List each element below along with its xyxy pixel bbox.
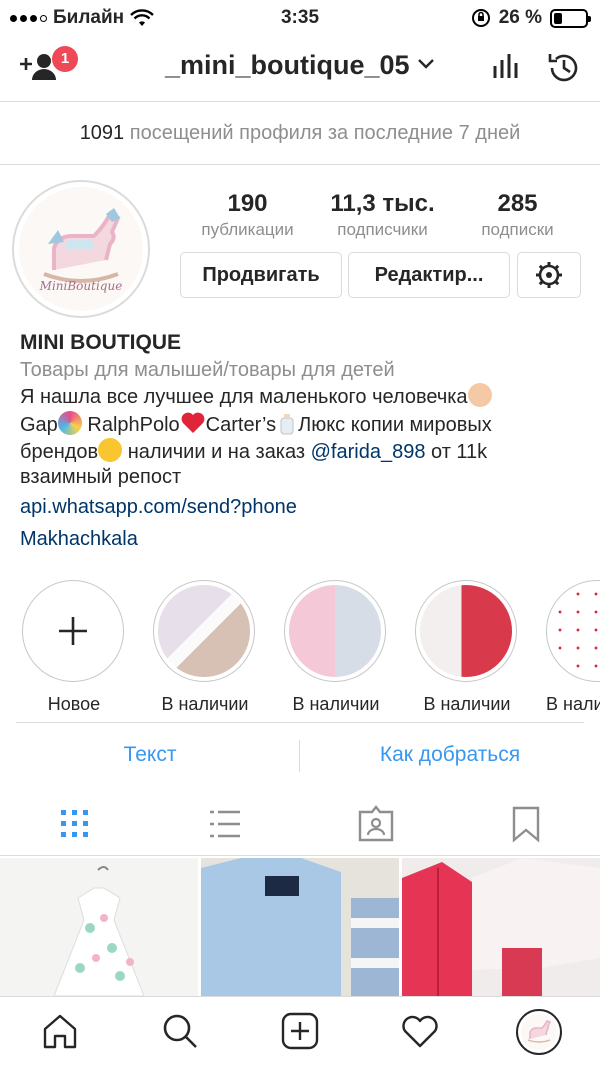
tab-saved[interactable] [506, 804, 546, 844]
nav-activity[interactable] [400, 1011, 440, 1051]
stat-following-label: подписки [481, 220, 554, 239]
stat-posts[interactable]: 190 публикации [180, 190, 315, 240]
tab-list[interactable] [205, 804, 245, 844]
divider [16, 722, 584, 723]
profile-visits-banner[interactable]: 1091 посещений профиля за последние 7 дн… [0, 103, 600, 165]
bio-line-3: брендов наличии и на заказ @farida_898 о… [20, 438, 590, 465]
stat-posts-value: 190 [227, 190, 268, 217]
chevron-down-icon [418, 59, 434, 69]
add-post-icon [281, 1012, 319, 1050]
location-link[interactable]: Makhachkala [20, 527, 590, 552]
stat-following-value: 285 [497, 190, 538, 217]
highlight-item[interactable]: В нали [546, 580, 600, 715]
highlight-label: В нали [546, 694, 600, 714]
stat-followers-label: подписчики [337, 220, 428, 239]
visits-text: посещений профиля за последние 7 дней [124, 122, 521, 144]
tab-tagged[interactable] [356, 804, 396, 844]
stat-followers-value: 11,3 тыс. [330, 190, 435, 217]
promote-button[interactable]: Продвигать [180, 252, 342, 298]
highlight-cover [158, 585, 250, 677]
stat-followers[interactable]: 11,3 тыс. подписчики [315, 190, 450, 240]
highlight-item[interactable]: В наличии [284, 580, 388, 715]
bio-line-2: Gap RalphPolo Carter’s Люкс копии мировых [20, 410, 590, 438]
highlight-cover [551, 585, 600, 677]
gear-icon [536, 262, 562, 288]
stat-posts-label: публикации [201, 220, 294, 239]
edit-profile-button[interactable]: Редактир... [348, 252, 510, 298]
nav-search[interactable] [160, 1011, 200, 1051]
highlight-label: Новое [47, 694, 101, 714]
status-bar: Билайн 3:35 26 % [0, 0, 600, 36]
profile-bio: MINI BOUTIQUE Товары для малышей/товары … [20, 330, 590, 552]
red-heart-emoji [181, 412, 205, 433]
nav-new-post[interactable] [280, 1011, 320, 1051]
grid-icon [61, 810, 88, 837]
highlight-label: В наличии [161, 694, 249, 714]
highlight-label: В наличии [292, 694, 380, 714]
visits-count: 1091 [79, 122, 125, 144]
heart-icon [402, 1015, 438, 1048]
username-label: _mini_boutique_05 [164, 50, 410, 80]
post-thumbnail[interactable] [201, 858, 399, 996]
bio-line-4: взаимный репост [20, 466, 182, 488]
home-icon [43, 1014, 77, 1049]
highlight-cover [289, 585, 381, 677]
settings-button[interactable] [517, 252, 581, 298]
polo-shirts-photo [201, 858, 399, 996]
plus-icon [59, 617, 87, 645]
rocking-horse-logo: MiniBoutique [19, 187, 143, 311]
profile-stats: 190 публикации 11,3 тыс. подписчики 285 … [180, 190, 585, 240]
tagged-icon [358, 805, 394, 842]
highlight-label: В наличии [423, 694, 511, 714]
highlight-item[interactable]: В наличии [415, 580, 519, 715]
baby-emoji [467, 383, 492, 407]
text-action-button[interactable]: Текст [0, 726, 300, 784]
list-icon [210, 810, 240, 838]
dress-photo [53, 866, 145, 996]
profile-header: 1 _mini_boutique_05 [0, 36, 600, 102]
baby-bottle-emoji [280, 414, 294, 435]
profile-screen: Билайн 3:35 26 % 1 _mini_boutique_05 109… [0, 0, 600, 1066]
profile-avatar-large[interactable]: MiniBoutique [12, 180, 150, 318]
archive-clock-icon[interactable] [546, 50, 582, 86]
bookmark-icon [512, 806, 540, 843]
profile-name: MINI BOUTIQUE [20, 331, 181, 354]
posts-grid [0, 858, 600, 996]
profile-avatar [521, 1014, 557, 1050]
highlight-new-circle [22, 580, 124, 682]
insights-icon[interactable] [490, 50, 522, 82]
bottom-navigation [0, 996, 600, 1066]
highlight-new[interactable]: Новое [22, 580, 126, 715]
nav-profile[interactable] [516, 1009, 562, 1055]
post-thumbnail[interactable] [402, 858, 600, 996]
battery-percent: 26 % [498, 7, 542, 28]
pink-set-photo [402, 858, 600, 996]
profile-tabs [0, 790, 600, 856]
tab-grid[interactable] [55, 804, 95, 844]
website-link[interactable]: api.whatsapp.com/send?phone [20, 495, 590, 520]
directions-action-button[interactable]: Как добраться [300, 726, 600, 784]
mention-link[interactable]: @farida_898 [311, 441, 426, 463]
bio-line-1: Я нашла все лучшее для маленького челове… [20, 383, 590, 410]
heart-eyes-emoji [98, 438, 123, 462]
battery-icon [550, 8, 591, 28]
highlight-cover [420, 585, 512, 677]
search-icon [163, 1014, 197, 1048]
rotation-lock-icon [471, 9, 490, 27]
profile-category: Товары для малышей/товары для детей [20, 359, 395, 381]
stat-following[interactable]: 285 подписки [450, 190, 585, 240]
lollipop-emoji [57, 411, 82, 435]
post-thumbnail[interactable] [0, 858, 198, 996]
highlight-item[interactable]: В наличии [153, 580, 257, 715]
avatar-script-text: MiniBoutique [39, 279, 123, 293]
nav-home[interactable] [40, 1011, 80, 1051]
